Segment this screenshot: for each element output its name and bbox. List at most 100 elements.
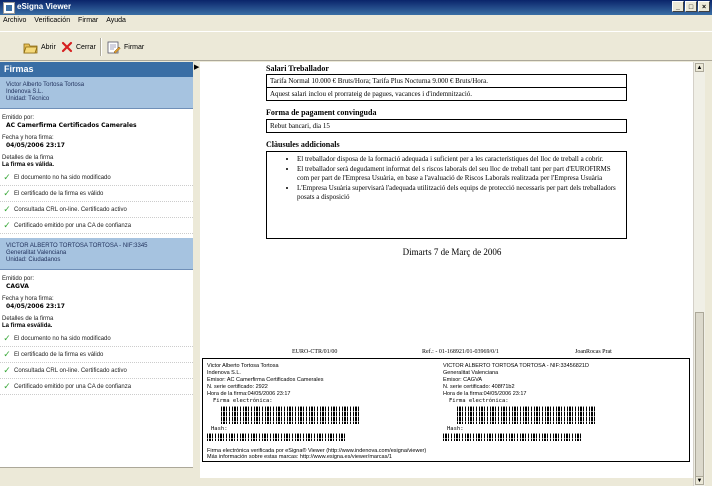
menu-firmar[interactable]: Firmar xyxy=(75,15,101,27)
stamp-name: VICTOR ALBERTO TORTOSA TORTOSA - NIF:334… xyxy=(443,363,589,369)
stamp-issuer: Emisor: CAGVA xyxy=(443,377,483,383)
footer-code: EURO-CTR/01/00 xyxy=(292,349,338,355)
payment-line: Rebut bancari, dia 15 xyxy=(270,122,330,130)
date-label: Fecha y hora firma: xyxy=(2,296,54,302)
signature-barcode xyxy=(221,406,361,424)
checkmark-icon: ✓ xyxy=(3,333,11,343)
info-note: Más información sobre estas marcas: http… xyxy=(207,454,392,460)
salary-box: Tarifa Normal 10.000 € Bruts/Hora; Tarif… xyxy=(266,74,627,101)
title-bar: eSigna Viewer _ □ × xyxy=(0,0,712,15)
signer-unit: Unidad: Ciudadanos xyxy=(6,257,61,263)
scroll-up-arrow-icon[interactable]: ▲ xyxy=(695,63,704,72)
hash-barcode xyxy=(207,433,347,441)
stamp-time: Hora de la firma:04/05/2006 23:17 xyxy=(443,391,527,397)
stamp-right: VICTOR ALBERTO TORTOSA TORTOSA - NIF:334… xyxy=(443,363,597,441)
footer-ref: Ref.: - 01-168921/01-03969/0/1 xyxy=(422,349,499,355)
stamp-serial: N. serie certificado: 408f71b2 xyxy=(443,384,515,390)
stamp-sig-label: Firma electrónica: xyxy=(449,398,509,404)
collapse-arrow-icon[interactable]: ▶ xyxy=(194,63,199,71)
signature-entry[interactable]: Victor Alberto Tortosa Tortosa Indenova … xyxy=(0,77,193,234)
sign-button[interactable]: Firmar xyxy=(107,40,144,54)
check-item: ✓ El documento no ha sido modificado xyxy=(0,331,193,347)
check-label: El certificado de la firma es válido xyxy=(14,351,104,358)
clauses-box: El treballador disposa de la formació ad… xyxy=(266,151,627,239)
check-label: El certificado de la firma es válido xyxy=(14,190,104,197)
salary-line: Tarifa Normal 10.000 € Bruts/Hora; Tarif… xyxy=(270,77,488,85)
signature-barcode xyxy=(457,406,597,424)
stamp-time: Hora de la firma:04/05/2006 23:17 xyxy=(207,391,291,397)
details-label: Detalles de la firma xyxy=(2,155,54,161)
clause-item: L'Empresa Usuària supervisarà l'adequada… xyxy=(297,184,622,202)
date-value: 04/05/2006 23:17 xyxy=(6,303,65,310)
check-item: ✓ Certificado emitido por una CA de confi… xyxy=(0,218,193,234)
menu-ayuda[interactable]: Ayuda xyxy=(103,15,129,27)
panel-title: Firmas xyxy=(0,62,193,77)
signature-stamp: Victor Alberto Tortosa Tortosa Indenova … xyxy=(202,358,690,462)
scroll-down-arrow-icon[interactable]: ▼ xyxy=(695,476,704,485)
check-item: ✓ El certificado de la firma es válido xyxy=(0,186,193,202)
check-item: ✓ El documento no ha sido modificado xyxy=(0,170,193,186)
sign-label: Firmar xyxy=(124,43,145,51)
issuer-value: AC Camerfirma Certificados Camerales xyxy=(6,122,137,129)
check-item: ✓ Consultada CRL on-line. Certificado act… xyxy=(0,363,193,379)
signer-unit: Unidad: Técnico xyxy=(6,96,50,102)
check-label: El documento no ha sido modificado xyxy=(14,174,111,181)
signature-entry[interactable]: VICTOR ALBERTO TORTOSA TORTOSA - NIF:334… xyxy=(0,238,193,395)
maximize-button[interactable]: □ xyxy=(685,1,697,12)
minimize-button[interactable]: _ xyxy=(672,1,684,12)
toolbar: Abrir Cerrar Firmar xyxy=(0,31,712,61)
stamp-org: Indenova S.L. xyxy=(207,370,241,376)
panel-splitter[interactable]: ▶ xyxy=(193,62,200,478)
close-x-icon xyxy=(61,41,73,53)
document-vertical-scrollbar[interactable]: ▲ ▼ xyxy=(693,62,705,486)
issuer-label: Emitido por: xyxy=(2,115,35,121)
signer-box[interactable]: VICTOR ALBERTO TORTOSA TORTOSA - NIF:334… xyxy=(0,238,193,270)
signer-org: Indenova S.L. xyxy=(6,89,44,95)
footer-name: JoanRocas Prat xyxy=(575,349,612,355)
signer-box[interactable]: Victor Alberto Tortosa Tortosa Indenova … xyxy=(0,77,193,109)
stamp-name: Victor Alberto Tortosa Tortosa xyxy=(207,363,279,369)
details-label: Detalles de la firma xyxy=(2,316,54,322)
open-label: Abrir xyxy=(41,43,56,51)
stamp-serial: N. serie certificado: 2922 xyxy=(207,384,268,390)
check-item: ✓ El certificado de la firma es válido xyxy=(0,347,193,363)
sign-document-icon xyxy=(107,41,121,54)
signer-org: Generalitat Valenciana xyxy=(6,250,67,256)
checkmark-icon: ✓ xyxy=(3,220,11,230)
clause-item: El treballador serà degudament informat … xyxy=(297,165,622,183)
check-label: Consultada CRL on-line. Certificado acti… xyxy=(14,367,127,374)
document-date: Dimarts 7 de Març de 2006 xyxy=(402,247,502,257)
date-value: 04/05/2006 23:17 xyxy=(6,142,65,149)
check-label: Consultada CRL on-line. Certificado acti… xyxy=(14,206,127,213)
issuer-value: CAGVA xyxy=(6,283,29,290)
open-button[interactable]: Abrir xyxy=(23,40,56,54)
close-button[interactable]: Cerrar xyxy=(61,40,96,54)
check-item: ✓ Certificado emitido por una CA de confi… xyxy=(0,379,193,395)
check-item: ✓ Consultada CRL on-line. Certificado act… xyxy=(0,202,193,218)
stamp-issuer: Emisor: AC Camerfirma Certificados Camer… xyxy=(207,377,324,383)
close-label: Cerrar xyxy=(76,43,96,51)
folder-open-icon xyxy=(23,43,38,53)
salary-line: Aquest salari inclou el prorrateig de pa… xyxy=(267,87,626,100)
checkmark-icon: ✓ xyxy=(3,381,11,391)
check-label: Certificado emitido por una CA de confia… xyxy=(14,222,132,229)
menu-bar: Archivo Verificación Firmar Ayuda xyxy=(0,15,712,27)
checkmark-icon: ✓ xyxy=(3,349,11,359)
scroll-thumb[interactable] xyxy=(695,312,704,482)
checkmark-icon: ✓ xyxy=(3,365,11,375)
checkmark-icon: ✓ xyxy=(3,172,11,182)
signer-name: VICTOR ALBERTO TORTOSA TORTOSA - NIF:334… xyxy=(6,243,148,249)
toolbar-separator xyxy=(100,38,102,56)
menu-verificacion[interactable]: Verificación xyxy=(31,15,73,27)
stamp-notes: Firma electrónica verificada por eSigna®… xyxy=(207,448,426,460)
document-view: Salari Treballador Tarifa Normal 10.000 … xyxy=(200,62,704,478)
window-title: eSigna Viewer xyxy=(17,2,72,11)
checkmark-icon: ✓ xyxy=(3,188,11,198)
status-text: La firma esválida. xyxy=(2,323,53,329)
stamp-hash-label: Hash: xyxy=(211,426,228,432)
menu-archivo[interactable]: Archivo xyxy=(0,15,29,27)
payment-box: Rebut bancari, dia 15 xyxy=(266,119,627,133)
close-window-button[interactable]: × xyxy=(698,1,710,12)
panel-horizontal-scrollbar[interactable] xyxy=(0,467,193,478)
status-text: La firma es válida. xyxy=(2,162,55,168)
